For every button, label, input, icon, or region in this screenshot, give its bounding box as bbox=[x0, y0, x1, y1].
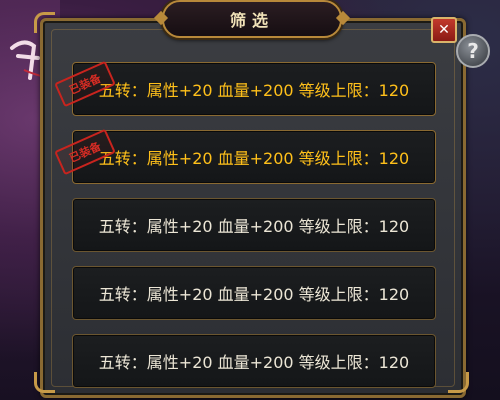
filter-option-row[interactable]: 已装备 五转：属性+20 血量+200 等级上限：120 bbox=[54, 128, 436, 184]
close-icon: ✕ bbox=[438, 22, 450, 38]
dialog-title: 筛选 bbox=[229, 11, 274, 30]
frame-corner-bottom-left bbox=[34, 372, 55, 393]
filter-option-label: 五转：属性+20 血量+200 等级上限：120 bbox=[98, 217, 410, 236]
game-screen: 筛选 ✕ ? 已装备 五转：属性+20 血量+200 等级上限：120 已装备 … bbox=[0, 0, 500, 400]
close-button[interactable]: ✕ bbox=[431, 17, 457, 43]
dialog-title-plate: 筛选 bbox=[162, 0, 342, 38]
filter-option-label: 五转：属性+20 血量+200 等级上限：120 bbox=[98, 353, 410, 372]
filter-option-row[interactable]: 五转：属性+20 血量+200 等级上限：120 bbox=[72, 198, 436, 252]
help-button[interactable]: ? bbox=[456, 34, 490, 68]
filter-option-row[interactable]: 五转：属性+20 血量+200 等级上限：120 bbox=[72, 334, 436, 388]
filter-option-label: 五转：属性+20 血量+200 等级上限：120 bbox=[98, 81, 410, 100]
filter-option-list: 已装备 五转：属性+20 血量+200 等级上限：120 已装备 五转：属性+2… bbox=[54, 60, 436, 400]
question-mark-icon: ? bbox=[467, 39, 479, 63]
frame-corner-top-left bbox=[34, 12, 55, 33]
filter-option-row[interactable]: 五转：属性+20 血量+200 等级上限：120 bbox=[72, 266, 436, 320]
filter-option-label: 五转：属性+20 血量+200 等级上限：120 bbox=[98, 285, 410, 304]
filter-option-label: 五转：属性+20 血量+200 等级上限：120 bbox=[98, 149, 410, 168]
frame-corner-bottom-right bbox=[448, 372, 469, 393]
filter-option-row[interactable]: 已装备 五转：属性+20 血量+200 等级上限：120 bbox=[54, 60, 436, 116]
